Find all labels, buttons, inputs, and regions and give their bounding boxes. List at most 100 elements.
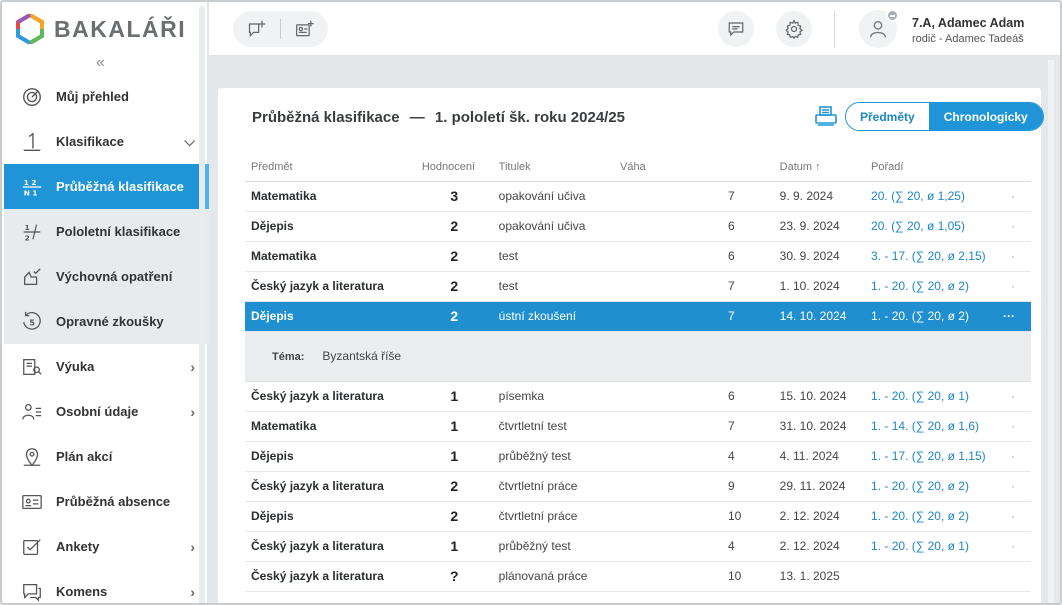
row-detail: Téma: Byzantská říše [245,331,1031,382]
gear-icon [785,19,803,39]
quick-actions [233,11,328,47]
logo[interactable]: BAKALÁŘI [16,12,186,46]
svg-text:5: 5 [29,317,35,327]
sidebar: BAKALÁŘI « Můj přehled Klasifikace ⌵ 1 2… [2,2,209,603]
topic-value: Byzantská říše [322,349,402,363]
row-more-button[interactable]: · [996,411,1031,442]
cell-weight: 6 [613,241,774,272]
sidebar-item-ankety[interactable]: Ankety › [4,524,209,569]
collapse-sidebar-icon[interactable]: « [96,54,105,72]
cell-subject: Dějepis [245,501,416,532]
svg-text:1: 1 [25,223,30,232]
sidebar-item-prubezna-klasifikace[interactable]: 1 2N 1 Průběžná klasifikace [4,164,209,209]
table-row[interactable]: Dějepis 2 opakování učiva 6 23. 9. 2024 20. (… [245,211,1031,242]
new-message-button[interactable] [233,11,280,47]
user-name[interactable]: 7.A, Adamec Adam [912,16,1024,30]
col-title[interactable]: Titulek [492,154,614,182]
table-row[interactable]: Dějepis 2 ústní zkoušení 7 14. 10. 2024 1. - … [245,301,1031,332]
cell-weight: 4 [613,531,774,562]
print-button[interactable] [814,106,838,133]
sidebar-item-label: Výchovná opatření [56,269,173,284]
user-icon [869,20,887,38]
cell-title: ústní zkoušení [492,301,614,332]
row-more-button[interactable]: · [996,271,1031,302]
col-date-label: Datum [779,161,813,174]
top-header: 7.A, Adamec Adam rodič - Adamec Tadeáš [209,2,1060,56]
table-row[interactable]: Český jazyk a literatura 1 průběžný test 4 2… [245,531,1031,562]
sidebar-item-opravne-zkousky[interactable]: 5 Opravné zkoušky [4,299,209,344]
cell-grade: 2 [415,301,493,332]
sidebar-item-klasifikace[interactable]: Klasifikace ⌵ [4,119,209,164]
row-more-button[interactable]: · [996,181,1031,212]
cell-subject: Dějepis [245,441,416,472]
sidebar-item-pololetni-klasifikace[interactable]: 12 Pololetní klasifikace [4,209,209,254]
messages-button[interactable] [718,11,754,47]
cell-rank: 20. (∑ 20, ø 1,05) [865,211,997,242]
cell-rank [865,561,997,592]
chat-plus-icon [248,20,265,38]
cell-weight: 7 [613,181,774,212]
toggle-subjects[interactable]: Předměty [846,103,929,130]
sidebar-item-vyuka[interactable]: Výuka › [4,344,209,389]
table-row[interactable]: Matematika 3 opakování učiva 7 9. 9. 2024 20.… [245,181,1031,212]
cell-weight: 7 [613,301,774,332]
row-more-button[interactable]: · [996,471,1031,502]
cell-subject: Český jazyk a literatura [245,271,416,302]
row-more-button[interactable]: · [996,381,1031,412]
sidebar-item-komens[interactable]: Komens › [4,569,209,603]
sidebar-item-prehled[interactable]: Můj přehled [4,74,209,119]
main-scrollbar[interactable] [1048,60,1054,603]
col-date[interactable]: Datum ↑ [773,154,866,182]
toggle-chronological[interactable]: Chronologicky [928,103,1043,130]
avatar[interactable] [859,9,899,48]
sidebar-scrollbar[interactable] [199,6,205,603]
table-row[interactable]: Český jazyk a literatura? plánovaná práce… [245,561,1031,592]
row-more-button[interactable]: · [996,241,1031,272]
app-window: BAKALÁŘI « Můj přehled Klasifikace ⌵ 1 2… [0,0,1062,605]
row-more-button[interactable]: ··· [996,301,1031,332]
cell-date: 23. 9. 2024 [773,211,866,242]
number-one-icon [20,130,44,154]
table-row[interactable]: Dějepis 1 průběžný test 4 4. 11. 2024 1. - 17… [245,441,1031,472]
col-rank[interactable]: Pořadí [865,154,997,182]
people-icon [20,400,44,424]
cell-date: 30. 9. 2024 [773,241,866,272]
col-weight[interactable]: Váha [613,154,774,182]
table-row[interactable]: Matematika 1 čtvrtletní test 7 31. 10. 2024 1… [245,411,1031,442]
cell-grade: 1 [415,531,493,562]
settings-button[interactable] [776,11,812,47]
sidebar-item-label: Můj přehled [56,89,129,104]
row-more-button[interactable]: · [996,441,1031,472]
sidebar-item-plan-akci[interactable]: Plán akcí [4,434,209,479]
svg-text:2: 2 [25,233,30,242]
cell-rank: 1. - 20. (∑ 20, ø 2) [865,301,997,332]
new-note-button[interactable] [281,11,328,47]
card-plus-icon [295,20,314,37]
table-row[interactable]: Český jazyk a literatura 2 test 7 1. 10. 202… [245,271,1031,302]
col-subject[interactable]: Předmět [245,154,416,182]
circled-five-icon: 5 [20,310,44,334]
table-row[interactable]: Matematika 2 test 6 30. 9. 2024 3. - 17. (∑ 2… [245,241,1031,272]
sidebar-item-vychovna-opatreni[interactable]: Výchovná opatření [4,254,209,299]
row-more-button[interactable]: · [996,501,1031,532]
table-row[interactable]: Český jazyk a literatura 1 písemka 6 15. 10.… [245,381,1031,412]
sidebar-item-prubezna-absence[interactable]: Průběžná absence [4,479,209,524]
row-more-button[interactable]: · [996,211,1031,242]
cell-title: plánovaná práce [492,561,614,592]
table-row[interactable]: Český jazyk a literatura 2 čtvrtletní prác… [245,471,1031,502]
title-text: Průběžná klasifikace [252,109,400,126]
fraction-grid-icon: 1 2N 1 [20,175,44,199]
table-row[interactable]: Dějepis 2 čtvrtletní práce 10 2. 12. 2024 1. … [245,501,1031,532]
cell-date: 31. 10. 2024 [773,411,866,442]
cell-title: průběžný test [492,441,614,472]
sidebar-item-osobni-udaje[interactable]: Osobní údaje › [4,389,209,434]
view-toggle: Předměty Chronologicky [845,102,1044,131]
cell-subject: Matematika [245,181,416,212]
cell-rank: 1. - 20. (∑ 20, ø 2) [865,471,997,502]
cell-grade: 1 [415,441,493,472]
cell-subject: Český jazyk a literatura [245,561,416,592]
cell-date: 2. 12. 2024 [773,531,866,562]
col-grade[interactable]: Hodnocení [415,154,493,182]
row-more-button[interactable]: · [996,531,1031,562]
row-more-button[interactable] [996,561,1031,592]
